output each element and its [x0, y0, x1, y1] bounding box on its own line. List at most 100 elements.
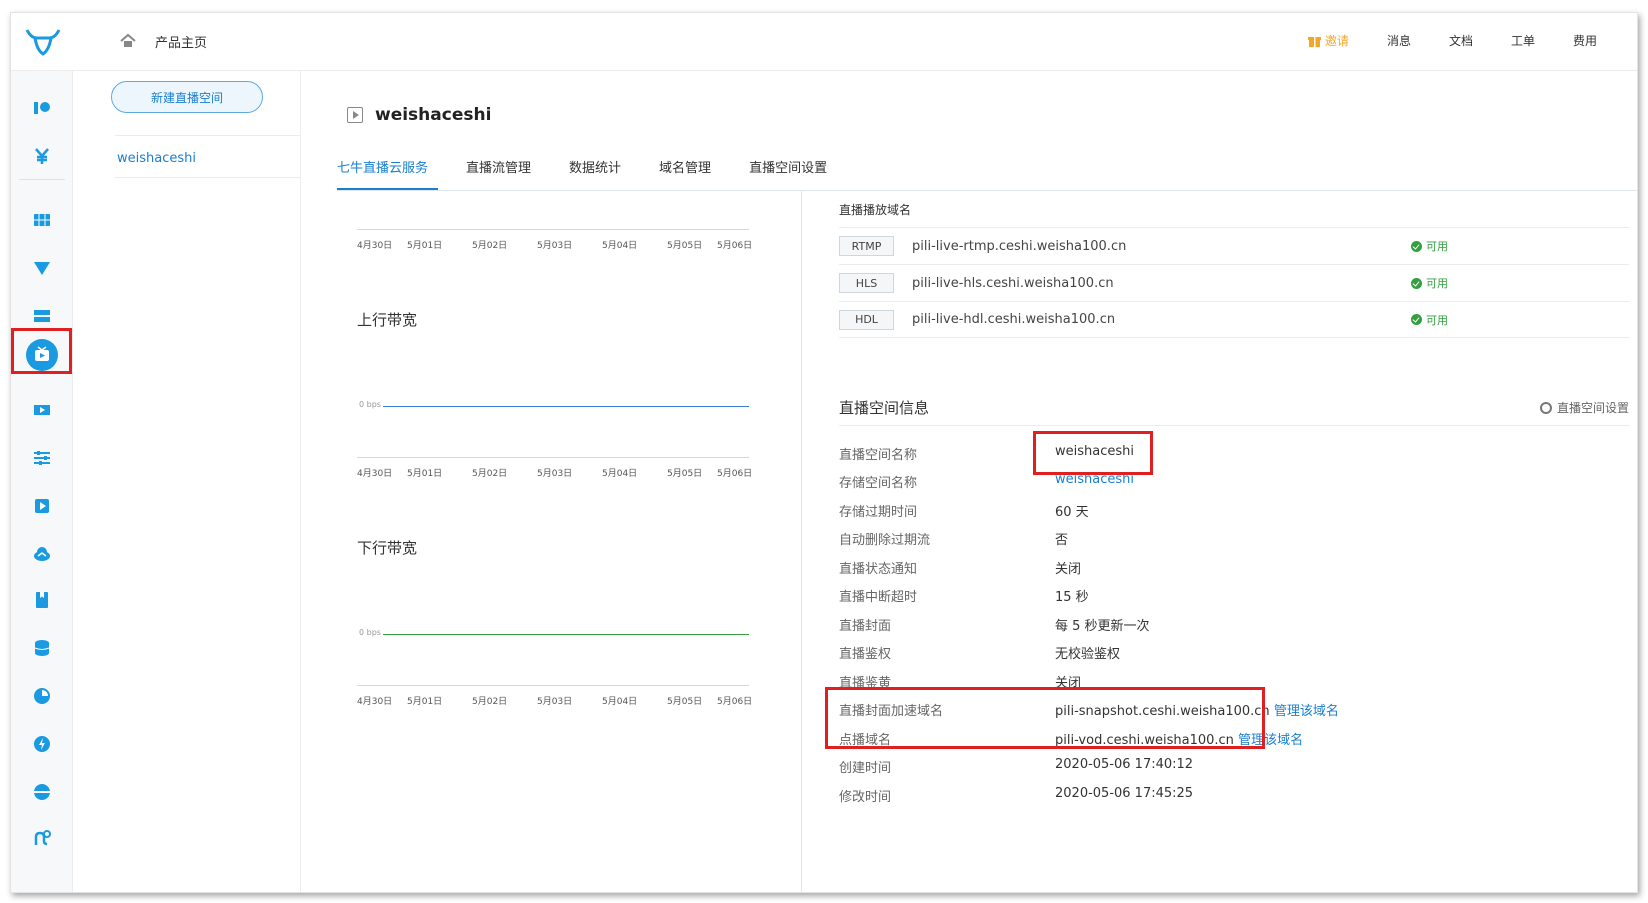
domain-name: pili-live-hdl.ceshi.weisha100.cn	[912, 312, 1116, 327]
new-live-space-button[interactable]: 新建直播空间	[111, 81, 263, 113]
info-value: 2020-05-06 17:40:12	[1055, 757, 1194, 772]
gift-icon	[1307, 37, 1321, 47]
pie-chart-icon[interactable]	[33, 687, 51, 705]
cdn-funnel-icon[interactable]	[33, 259, 51, 277]
protocol-badge: RTMP	[839, 236, 894, 256]
database-icon[interactable]	[33, 639, 51, 657]
info-row-auth: 直播鉴权 无校验鉴权	[839, 643, 1629, 671]
chart0-x-axis	[357, 229, 749, 230]
x-tick-label: 5月02日	[472, 697, 508, 707]
info-key: 自动删除过期流	[839, 533, 931, 548]
info-key: 存储过期时间	[839, 505, 918, 520]
info-row-auto-delete: 自动删除过期流 否	[839, 529, 1629, 557]
domain-status: 可用	[1411, 238, 1448, 254]
sphere-icon[interactable]	[33, 783, 51, 801]
x-tick-label: 5月06日	[717, 697, 753, 707]
info-divider	[839, 425, 1629, 426]
info-value: 15 秒	[1055, 590, 1089, 605]
header-nav: 邀请 消息 文档 工单 费用	[1307, 32, 1597, 49]
x-tick-label: 5月05日	[667, 469, 703, 479]
invite-link[interactable]: 邀请	[1307, 32, 1349, 49]
tickets-link[interactable]: 工单	[1511, 32, 1535, 49]
x-tick-label: 5月04日	[602, 469, 638, 479]
upstream-x-labels: 4月30日 5月01日 5月02日 5月03日 5月04日 5月05日 5月06…	[357, 466, 757, 479]
billing-link[interactable]: 费用	[1573, 32, 1597, 49]
sliders-icon[interactable]	[33, 449, 51, 467]
home-icon[interactable]	[119, 32, 137, 50]
x-tick-label: 5月03日	[537, 241, 573, 251]
messages-link[interactable]: 消息	[1387, 32, 1411, 49]
info-key: 创建时间	[839, 761, 892, 776]
check-circle-icon	[1411, 314, 1422, 325]
lightning-icon[interactable]	[33, 735, 51, 753]
tab-statistics[interactable]: 数据统计	[569, 157, 631, 190]
downstream-bandwidth-title: 下行带宽	[357, 539, 418, 557]
downstream-y-zero-label: 0 bps	[359, 628, 381, 637]
x-tick-label: 5月05日	[667, 697, 703, 707]
info-key: 直播封面	[839, 619, 892, 634]
sidebar-item-weishaceshi[interactable]: weishaceshi	[117, 151, 196, 166]
billing-yen-icon[interactable]	[33, 147, 51, 165]
chart0-x-labels: 4月30日 5月01日 5月02日 5月03日 5月04日 5月05日 5月06…	[357, 238, 757, 251]
space-sidebar: 新建直播空间 weishaceshi	[73, 71, 301, 892]
server-icon[interactable]	[33, 307, 51, 325]
info-value: 60 天	[1055, 505, 1089, 520]
film-icon[interactable]	[33, 401, 51, 419]
cloud-icon[interactable]	[33, 545, 51, 563]
video-play-icon[interactable]	[33, 497, 51, 515]
product-icon-rail	[11, 71, 73, 892]
info-key: 直播中断超时	[839, 590, 918, 605]
space-settings-link[interactable]: 直播空间设置	[1539, 399, 1629, 416]
sidebar-divider-top	[115, 135, 301, 136]
highlight-box-domains	[825, 687, 1265, 749]
docs-link[interactable]: 文档	[1449, 32, 1473, 49]
info-row-timeout: 直播中断超时 15 秒	[839, 586, 1629, 614]
bookmark-icon[interactable]	[33, 591, 51, 609]
product-home-link[interactable]: 产品主页	[155, 32, 207, 51]
space-info-title: 直播空间信息	[839, 399, 930, 417]
upstream-x-axis	[357, 457, 749, 458]
info-row-modified: 修改时间 2020-05-06 17:45:25	[839, 786, 1629, 814]
domain-status: 可用	[1411, 312, 1448, 328]
info-value: 否	[1055, 533, 1069, 548]
info-key: 直播状态通知	[839, 562, 918, 577]
status-text: 可用	[1426, 313, 1448, 327]
x-tick-label: 5月06日	[717, 469, 753, 479]
domain-row-rtmp: RTMP pili-live-rtmp.ceshi.weisha100.cn 可…	[839, 227, 1629, 264]
upstream-y-zero-label: 0 bps	[359, 400, 381, 409]
play-domains-heading: 直播播放域名	[839, 203, 912, 217]
overview-icon[interactable]	[33, 99, 51, 117]
info-row-cover: 直播封面 每 5 秒更新一次	[839, 615, 1629, 643]
tab-stream-management[interactable]: 直播流管理	[466, 157, 541, 190]
gear-icon	[1539, 401, 1552, 414]
bandwidth-charts: 4月30日 5月01日 5月02日 5月03日 5月04日 5月05日 5月06…	[337, 201, 757, 892]
info-key: 修改时间	[839, 790, 892, 805]
domain-row-hls: HLS pili-live-hls.ceshi.weisha100.cn 可用	[839, 264, 1629, 301]
x-tick-label: 4月30日	[357, 697, 393, 707]
tab-bar: 七牛直播云服务 直播流管理 数据统计 域名管理 直播空间设置	[337, 157, 865, 190]
x-tick-label: 5月01日	[407, 697, 443, 707]
tab-space-settings[interactable]: 直播空间设置	[749, 157, 837, 190]
x-tick-label: 4月30日	[357, 469, 393, 479]
qiniu-logo[interactable]	[25, 28, 61, 56]
manage-domain-link[interactable]: 管理该域名	[1274, 704, 1339, 719]
info-value: 无校验鉴权	[1055, 647, 1121, 662]
console-window: 产品主页 邀请 消息 文档 工单 费用 新建直播空间 weishaceshi w…	[10, 12, 1638, 893]
x-tick-label: 5月01日	[407, 469, 443, 479]
invite-label: 邀请	[1324, 34, 1349, 48]
x-tick-label: 5月02日	[472, 241, 508, 251]
x-tick-label: 5月02日	[472, 469, 508, 479]
page-title-text: weishaceshi	[375, 105, 492, 125]
route-icon[interactable]	[33, 829, 51, 847]
upstream-series-line	[383, 406, 749, 407]
storage-grid-icon[interactable]	[33, 211, 51, 229]
info-key: 直播鉴权	[839, 647, 892, 662]
protocol-badge: HLS	[839, 273, 894, 293]
x-tick-label: 5月01日	[407, 241, 443, 251]
protocol-badge: HDL	[839, 309, 894, 330]
tab-domain-management[interactable]: 域名管理	[659, 157, 721, 190]
check-circle-icon	[1411, 277, 1422, 289]
highlight-box-live-product	[11, 328, 72, 374]
info-value: 每 5 秒更新一次	[1055, 619, 1150, 634]
tab-live-cloud-service[interactable]: 七牛直播云服务	[337, 157, 439, 190]
